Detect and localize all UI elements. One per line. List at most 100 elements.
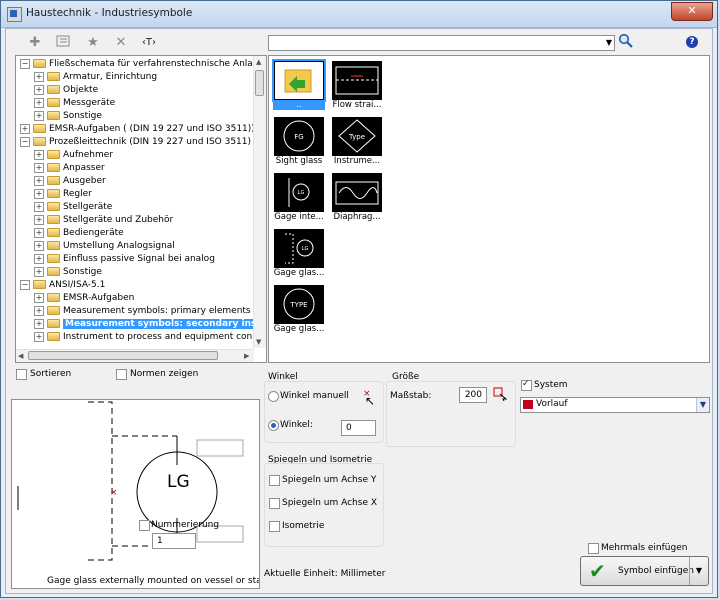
tree-horizontal-scrollbar[interactable]: ◀ ▶ (16, 349, 254, 362)
system-color-swatch (523, 400, 533, 409)
search-input[interactable]: ▼ (268, 35, 615, 51)
expand-icon[interactable]: + (34, 71, 44, 82)
pick-scale-icon[interactable] (493, 387, 508, 404)
window-title: Haustechnik - Industriesymbole (26, 7, 193, 19)
expand-icon[interactable]: + (34, 331, 44, 342)
tree-item[interactable]: + Regler (34, 188, 92, 201)
tile-flow-strainer[interactable]: Flow strai... (331, 60, 383, 112)
tree-item[interactable]: + Aufnehmer (34, 149, 113, 162)
tree-item[interactable]: − Prozeßleittechnik (DIN 19 227 und ISO 3… (20, 136, 251, 149)
expand-icon[interactable]: + (34, 97, 44, 108)
category-tree[interactable]: − Fließschemata für verfahrenstechnische … (15, 55, 267, 363)
expand-icon[interactable]: + (34, 162, 44, 173)
tree-item[interactable]: + Ausgeber (34, 175, 106, 188)
expand-icon[interactable]: + (34, 188, 44, 199)
scroll-down-icon[interactable]: ▼ (256, 337, 261, 347)
close-button[interactable]: ✕ (671, 2, 713, 21)
normen-zeigen-checkbox[interactable] (116, 369, 127, 380)
tree-item[interactable]: + Stellgeräte (34, 201, 112, 214)
scroll-up-icon[interactable]: ▲ (256, 57, 261, 67)
delete-icon[interactable]: ✕ (112, 35, 130, 51)
expand-icon[interactable]: + (20, 123, 30, 134)
mehrmals-checkbox[interactable] (588, 543, 599, 554)
expand-icon[interactable]: + (34, 318, 44, 329)
tree-item[interactable]: + EMSR-Aufgaben ( (DIN 19 227 und ISO 351… (20, 123, 255, 136)
tile-gage-glass-2[interactable]: TYPE Gage glas... (273, 284, 325, 336)
scroll-left-icon[interactable]: ◀ (18, 351, 23, 361)
expand-icon[interactable]: + (34, 149, 44, 160)
tree-item[interactable]: − ANSI/ISA-5.1 (20, 279, 105, 292)
expand-icon[interactable]: + (34, 201, 44, 212)
insert-symbol-button[interactable]: ✔ Symbol einfügen ▼ (580, 556, 709, 586)
scroll-thumb[interactable] (255, 70, 264, 96)
folder-icon (47, 215, 60, 224)
system-checkbox[interactable] (521, 379, 532, 391)
folder-icon (47, 163, 60, 172)
chevron-down-icon[interactable]: ▼ (606, 38, 612, 48)
tile-diaphragm[interactable]: Diaphrag... (331, 172, 383, 224)
massstab-input[interactable]: 200 (459, 387, 487, 403)
properties-icon[interactable] (54, 35, 72, 51)
nummerierung-input[interactable]: 1 (152, 533, 196, 549)
expand-icon[interactable]: + (34, 227, 44, 238)
scroll-right-icon[interactable]: ▶ (244, 351, 249, 361)
tile-gage-glass-1[interactable]: LG Gage glas... (273, 228, 325, 280)
svg-text:LG: LG (302, 246, 309, 252)
scroll-thumb[interactable] (28, 351, 218, 360)
expand-icon[interactable]: + (34, 240, 44, 251)
tree-item[interactable]: + Sonstige (34, 266, 102, 279)
tree-item[interactable]: + Stellgeräte und Zubehör (34, 214, 173, 227)
mirror-y-checkbox[interactable] (269, 475, 280, 486)
tree-item[interactable]: + Objekte (34, 84, 98, 97)
favorite-star-icon[interactable]: ★ (84, 35, 102, 51)
tree-item[interactable]: + Sonstige (34, 110, 102, 123)
tree-item[interactable]: + Anpasser (34, 162, 105, 175)
tile-parent-folder[interactable]: .. (272, 59, 326, 112)
tree-item[interactable]: + EMSR-Aufgaben (34, 292, 134, 305)
symbol-label: Gage glas... (273, 268, 325, 278)
expand-icon[interactable]: + (34, 305, 44, 316)
help-icon[interactable]: ? (686, 36, 698, 48)
tile-gage-integral[interactable]: LG Gage inte... (273, 172, 325, 224)
collapse-icon[interactable]: − (20, 136, 30, 147)
expand-icon[interactable]: + (34, 292, 44, 303)
tree-vertical-scrollbar[interactable]: ▲ ▼ (253, 56, 266, 348)
search-icon[interactable] (618, 33, 634, 49)
winkel-manuell-radio[interactable] (268, 391, 279, 402)
tree-item[interactable]: + Umstellung Analogsignal (34, 240, 175, 253)
winkel-input[interactable]: 0 (341, 420, 376, 436)
winkel-radio[interactable] (268, 420, 279, 431)
expand-icon[interactable]: + (34, 175, 44, 186)
folder-icon (47, 72, 60, 81)
sortieren-checkbox[interactable] (16, 369, 27, 380)
expand-icon[interactable]: + (34, 214, 44, 225)
tree-item[interactable]: + Bediengeräte (34, 227, 124, 240)
tree-item[interactable]: + Messgeräte (34, 97, 115, 110)
normen-zeigen-label: Normen zeigen (130, 369, 199, 379)
expand-icon[interactable]: + (34, 84, 44, 95)
text-icon[interactable]: ‹T› (140, 35, 158, 51)
collapse-icon[interactable]: − (20, 58, 30, 69)
tile-instrument-type[interactable]: Type Instrume... (331, 116, 383, 168)
chevron-down-icon[interactable]: ▼ (696, 398, 709, 412)
tree-item[interactable]: + Instrument to process and equipment con… (34, 331, 266, 344)
tree-item[interactable]: + Einfluss passive Signal bei analog (34, 253, 215, 266)
tree-item[interactable]: + Measurement symbols: secondary instr (34, 318, 266, 331)
collapse-icon[interactable]: − (20, 279, 30, 290)
expand-icon[interactable]: + (34, 266, 44, 277)
mirror-x-checkbox[interactable] (269, 498, 280, 509)
system-select[interactable]: Vorlauf ▼ (520, 397, 710, 413)
expand-icon[interactable]: + (34, 253, 44, 264)
symbol-gallery[interactable]: .. Flow strai... FG Sight glass Type Instrume… (268, 55, 710, 363)
tile-sight-glass[interactable]: FG Sight glass (273, 116, 325, 168)
add-icon[interactable]: ✚ (26, 35, 44, 51)
tree-item[interactable]: − Fließschemata für verfahrenstechnische … (20, 58, 266, 71)
title-bar[interactable]: Haustechnik - Industriesymbole ✕ (1, 1, 717, 28)
tree-item[interactable]: + Armatur, Einrichtung (34, 71, 157, 84)
isometrie-checkbox[interactable] (269, 521, 280, 532)
tree-item[interactable]: + Measurement symbols: primary elements (34, 305, 251, 318)
nummerierung-checkbox[interactable] (139, 520, 150, 531)
mouse-pointer-icon: ↖ (365, 394, 376, 408)
dropdown-arrow-icon[interactable]: ▼ (689, 557, 708, 585)
expand-icon[interactable]: + (34, 110, 44, 121)
